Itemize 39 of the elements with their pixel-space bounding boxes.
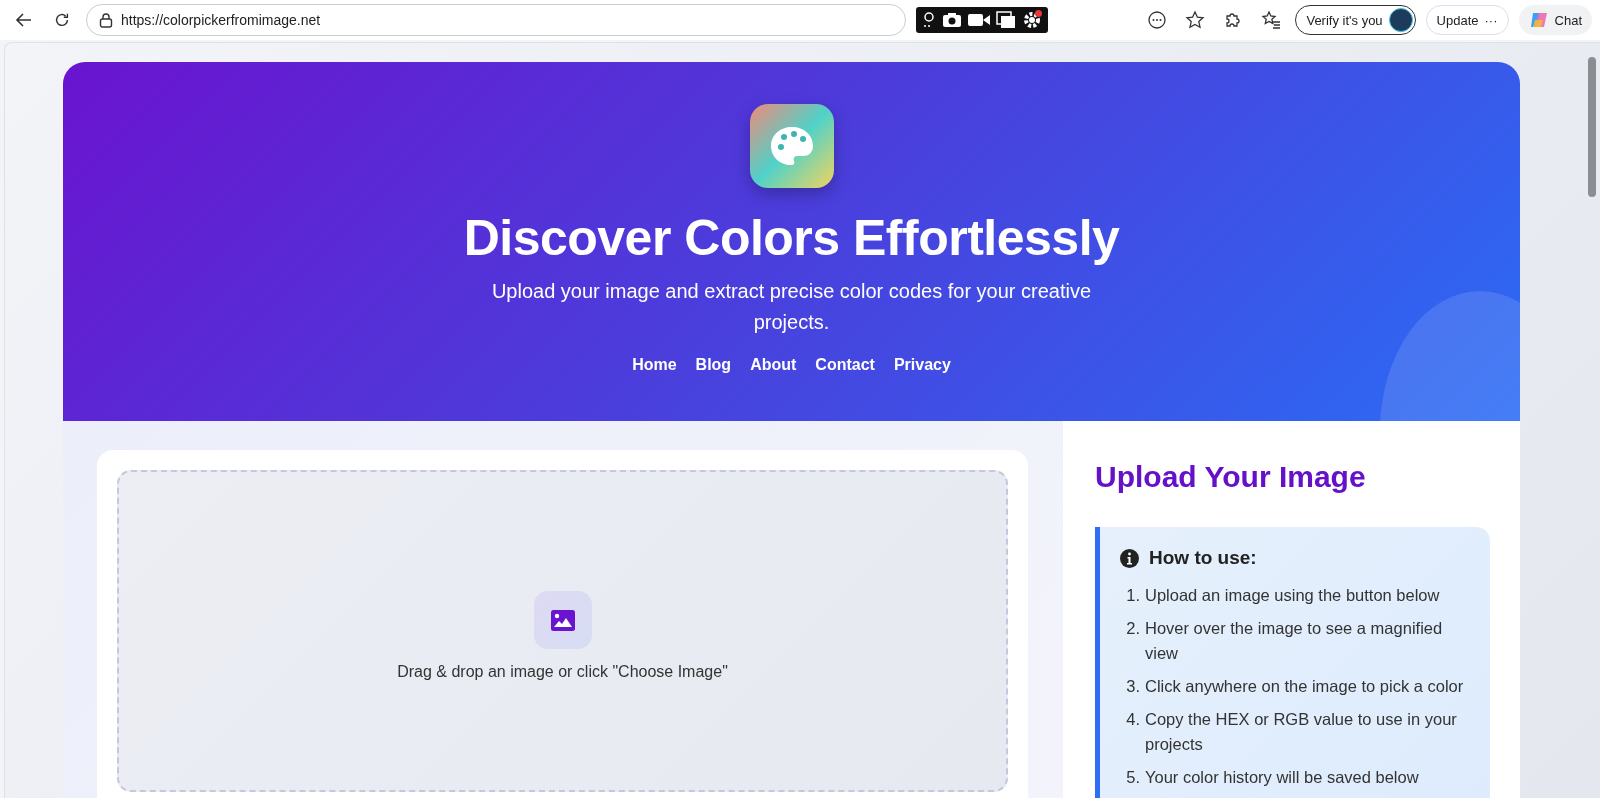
- reload-icon[interactable]: [53, 11, 71, 29]
- camera-icon[interactable]: [942, 12, 962, 28]
- chat-button[interactable]: Chat: [1518, 5, 1592, 35]
- notification-dot: [1035, 10, 1042, 17]
- nav-link[interactable]: Blog: [695, 356, 732, 374]
- star-icon[interactable]: [1185, 10, 1206, 30]
- lock-icon: [99, 12, 113, 28]
- nav-link[interactable]: About: [750, 356, 797, 374]
- step-text: Click anywhere on the image to pick a color: [1145, 676, 1464, 697]
- scrollbar-thumb[interactable]: [1588, 57, 1596, 197]
- more-icon[interactable]: [1148, 11, 1167, 29]
- step-number: 5.: [1125, 767, 1140, 788]
- instructions-title: How to use:: [1149, 547, 1257, 569]
- palette-icon: [768, 125, 815, 167]
- step-number: 4.: [1125, 709, 1140, 730]
- favorites-icon[interactable]: [1261, 10, 1282, 30]
- page-title: Discover Colors Effortlessly: [463, 209, 1120, 268]
- step-text: Your color history will be saved below: [1145, 767, 1419, 788]
- verify-button[interactable]: Verify it's you: [1295, 5, 1416, 35]
- image-icon: [550, 609, 575, 631]
- step-number: 2.: [1125, 618, 1140, 639]
- update-button[interactable]: Update ···: [1425, 5, 1509, 35]
- step-number: 1.: [1125, 585, 1140, 606]
- step-number: 3.: [1125, 676, 1140, 697]
- video-camera-icon[interactable]: [968, 13, 990, 27]
- page-subtitle: Upload your image and extract precise color codes for your creative projects.: [490, 279, 1093, 335]
- step-text: Copy the HEX or RGB value to use in your projects: [1145, 709, 1458, 755]
- step-text: Hover over the image to see a magnified view: [1145, 618, 1444, 664]
- nav-link[interactable]: Privacy: [893, 356, 951, 374]
- avatar-icon: [1388, 8, 1413, 32]
- section-heading: Upload Your Image: [1095, 459, 1367, 495]
- step-text: Upload an image using the button below: [1145, 585, 1440, 606]
- drop-hint: Drag & drop an image or click "Choose Image": [397, 663, 728, 681]
- nav-link[interactable]: Home: [632, 356, 677, 374]
- gear-icon[interactable]: [1022, 10, 1042, 30]
- info-icon: [1120, 548, 1139, 568]
- nav-link[interactable]: Contact: [815, 356, 875, 374]
- drop-zone[interactable]: Drag & drop an image or click "Choose Image": [117, 470, 1008, 792]
- windows-icon[interactable]: [996, 11, 1016, 29]
